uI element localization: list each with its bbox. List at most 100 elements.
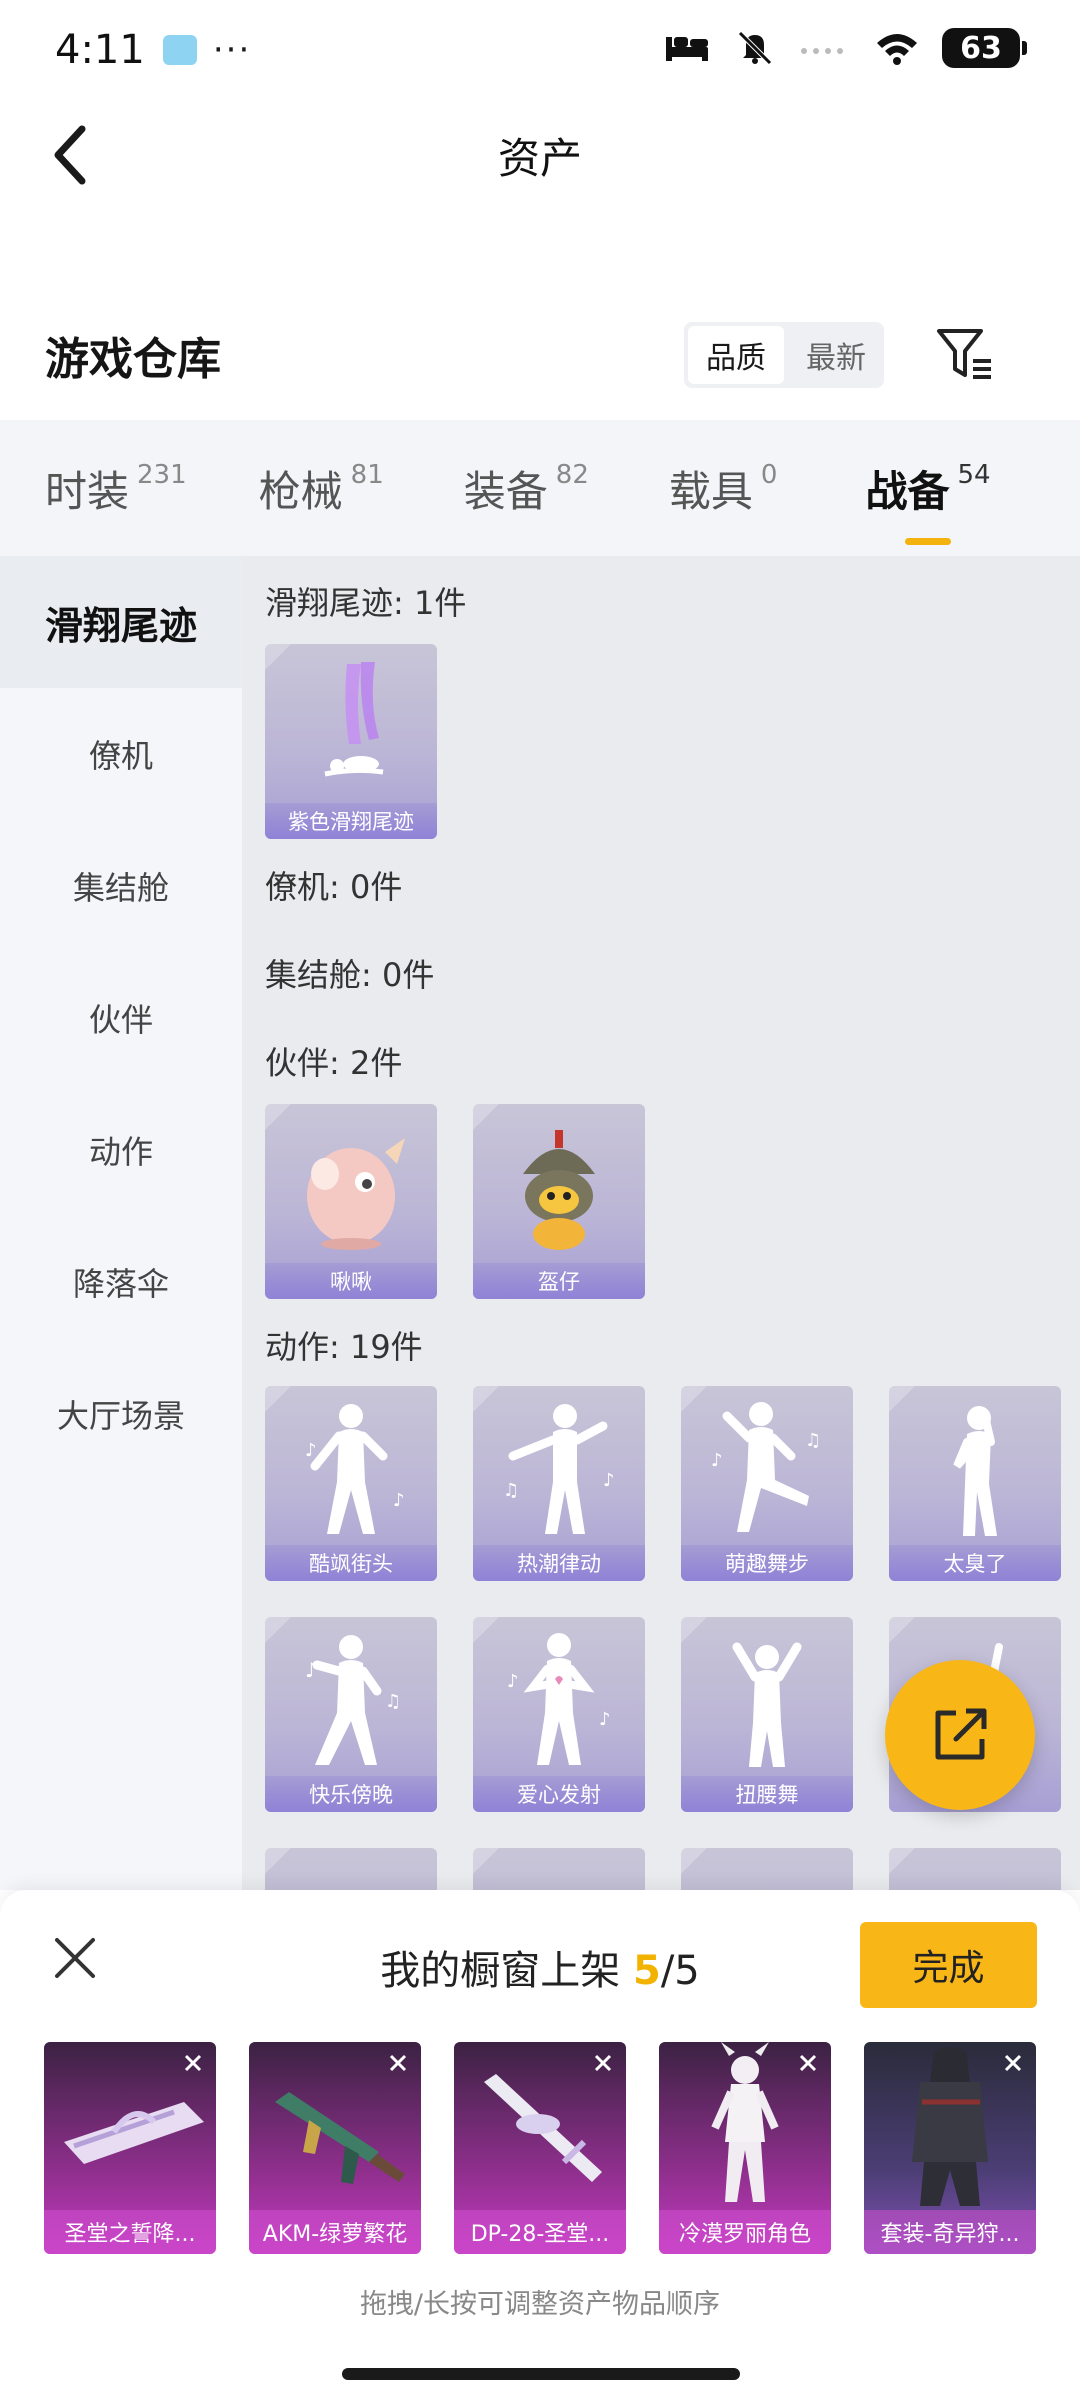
close-icon — [389, 2054, 407, 2072]
item-card[interactable] — [889, 1848, 1061, 1890]
mute-icon — [738, 31, 772, 65]
showcase-item[interactable]: DP-28-圣堂... — [454, 2042, 626, 2254]
home-indicator[interactable] — [342, 2368, 740, 2380]
item-name: 紫色滑翔尾迹 — [265, 803, 437, 839]
tab-count: 231 — [137, 459, 187, 490]
item-card[interactable]: ♪ ♪ 酷飒街头 — [265, 1386, 437, 1581]
sort-latest-button[interactable]: 最新 — [788, 322, 884, 388]
sidebar-item-partner[interactable]: 伙伴 — [0, 952, 242, 1084]
filter-icon — [937, 329, 991, 379]
svg-text:♫: ♫ — [385, 1691, 401, 1712]
category-tabs: 时装 231 枪械 81 装备 82 载具 0 战备 54 — [0, 420, 1080, 556]
page-title: 资产 — [497, 133, 582, 183]
item-card[interactable] — [681, 1848, 853, 1890]
jiujiu-partner-image — [307, 1138, 405, 1250]
filter-button[interactable] — [930, 322, 1000, 388]
showcase-item[interactable]: AKM-绿萝繁花 — [249, 2042, 421, 2254]
showcase-panel: 我的橱窗上架 5/5 完成 圣堂之誓降... AKM-绿萝繁花 DP-28-圣堂… — [0, 1890, 1080, 2400]
item-card[interactable]: 啾啾 — [265, 1104, 437, 1299]
item-name: 盔仔 — [473, 1263, 645, 1299]
item-name: 扭腰舞 — [681, 1776, 853, 1812]
status-time: 4:11 — [55, 27, 145, 73]
tab-label: 装备 — [463, 466, 548, 516]
app-notification-icon — [162, 35, 197, 65]
header: 资产 — [0, 100, 1080, 210]
sidebar-item-rally-pod[interactable]: 集结舱 — [0, 820, 242, 952]
sidebar-item-lobby-scene[interactable]: 大厅场景 — [0, 1348, 242, 1480]
showcase-item[interactable]: 套装-奇异狩... — [864, 2042, 1036, 2254]
sidebar-item-wingman[interactable]: 僚机 — [0, 688, 242, 820]
done-button[interactable]: 完成 — [860, 1922, 1037, 2008]
tab-label: 枪械 — [258, 466, 343, 516]
sidebar-item-action[interactable]: 动作 — [0, 1084, 242, 1216]
item-card[interactable]: 盔仔 — [473, 1104, 645, 1299]
svg-text:♪: ♪ — [507, 1671, 519, 1692]
close-icon — [594, 2054, 612, 2072]
share-external-icon — [935, 1708, 987, 1760]
svg-text:♪: ♪ — [305, 1658, 318, 1682]
item-card[interactable]: 紫色滑翔尾迹 — [265, 644, 437, 839]
dancer-figure-image: ♪♪ — [305, 1404, 405, 1534]
more-notifications-icon: ··· — [212, 30, 252, 70]
item-card[interactable]: ♪ ♪ 爱心发射 — [473, 1617, 645, 1812]
sort-toggle: 品质 最新 — [684, 322, 884, 388]
warehouse-row: 游戏仓库 品质 最新 — [0, 310, 1080, 400]
close-icon — [184, 2054, 202, 2072]
showcase-item[interactable]: 冷漠罗丽角色 — [659, 2042, 831, 2254]
item-name: 爱心发射 — [473, 1776, 645, 1812]
showcase-count-current: 5 — [632, 1948, 661, 1994]
item-name: 套装-奇异狩... — [864, 2210, 1036, 2254]
item-card[interactable]: 扭腰舞 — [681, 1617, 853, 1812]
chevron-left-icon — [54, 125, 86, 185]
item-name: 萌趣舞步 — [681, 1545, 853, 1581]
svg-text:♪: ♪ — [305, 1440, 317, 1461]
kuizai-partner-image — [523, 1130, 595, 1250]
category-sidebar: 滑翔尾迹 僚机 集结舱 伙伴 动作 降落伞 大厅场景 — [0, 556, 242, 1890]
section-title-wingman: 僚机: 0件 — [265, 868, 403, 906]
share-button[interactable] — [885, 1660, 1035, 1810]
section-title-glide-trail: 滑翔尾迹: 1件 — [265, 584, 467, 622]
sort-quality-button[interactable]: 品质 — [688, 326, 784, 384]
remove-item-button[interactable] — [381, 2046, 415, 2080]
tab-label: 战备 — [865, 466, 950, 516]
bed-icon — [666, 37, 708, 61]
tab-combat-gear[interactable]: 战备 54 — [865, 458, 991, 545]
tab-count: 54 — [957, 459, 991, 490]
item-card[interactable]: ♪ ♫ 萌趣舞步 — [681, 1386, 853, 1581]
item-name: 热潮律动 — [473, 1545, 645, 1581]
item-card[interactable]: 太臭了 — [889, 1386, 1061, 1581]
tab-label: 时装 — [45, 466, 130, 516]
section-title-rally-pod: 集结舱: 0件 — [265, 956, 435, 994]
panel-title-text: 我的橱窗上架 — [380, 1948, 621, 1994]
item-card[interactable] — [473, 1848, 645, 1890]
item-card[interactable]: ♫ ♪ 热潮律动 — [473, 1386, 645, 1581]
close-icon — [799, 2054, 817, 2072]
tab-firearms[interactable]: 枪械 81 — [259, 458, 384, 519]
tab-label: 载具 — [668, 466, 753, 516]
remove-item-button[interactable] — [996, 2046, 1030, 2080]
item-card[interactable] — [265, 1848, 437, 1890]
item-name: 冷漠罗丽角色 — [659, 2210, 831, 2254]
item-name: 快乐傍晚 — [265, 1776, 437, 1812]
remove-item-button[interactable] — [176, 2046, 210, 2080]
section-title-partner: 伙伴: 2件 — [265, 1044, 403, 1082]
tab-fashion[interactable]: 时装 231 — [45, 458, 187, 519]
sidebar-item-parachute[interactable]: 降落伞 — [0, 1216, 242, 1348]
battery-indicator: 63 — [942, 28, 1027, 68]
tab-count: 0 — [760, 459, 778, 490]
wifi-icon — [877, 34, 917, 65]
tab-equipment[interactable]: 装备 82 — [464, 458, 589, 519]
item-name: 酷飒街头 — [265, 1545, 437, 1581]
tab-vehicles[interactable]: 载具 0 — [669, 458, 778, 519]
reorder-hint: 拖拽/长按可调整资产物品顺序 — [359, 2289, 721, 2320]
showcase-item[interactable]: 圣堂之誓降... — [44, 2042, 216, 2254]
remove-item-button[interactable] — [791, 2046, 825, 2080]
back-button[interactable] — [40, 122, 100, 188]
sidebar-item-glide-trail[interactable]: 滑翔尾迹 — [0, 556, 242, 688]
item-card[interactable]: ♪ ♫ 快乐傍晚 — [265, 1617, 437, 1812]
svg-text:♪: ♪ — [603, 1470, 615, 1491]
remove-item-button[interactable] — [586, 2046, 620, 2080]
item-name: 太臭了 — [889, 1545, 1061, 1581]
dancer-figure-image — [732, 1642, 802, 1767]
dancer-figure-image: ♪♫ — [711, 1402, 821, 1532]
